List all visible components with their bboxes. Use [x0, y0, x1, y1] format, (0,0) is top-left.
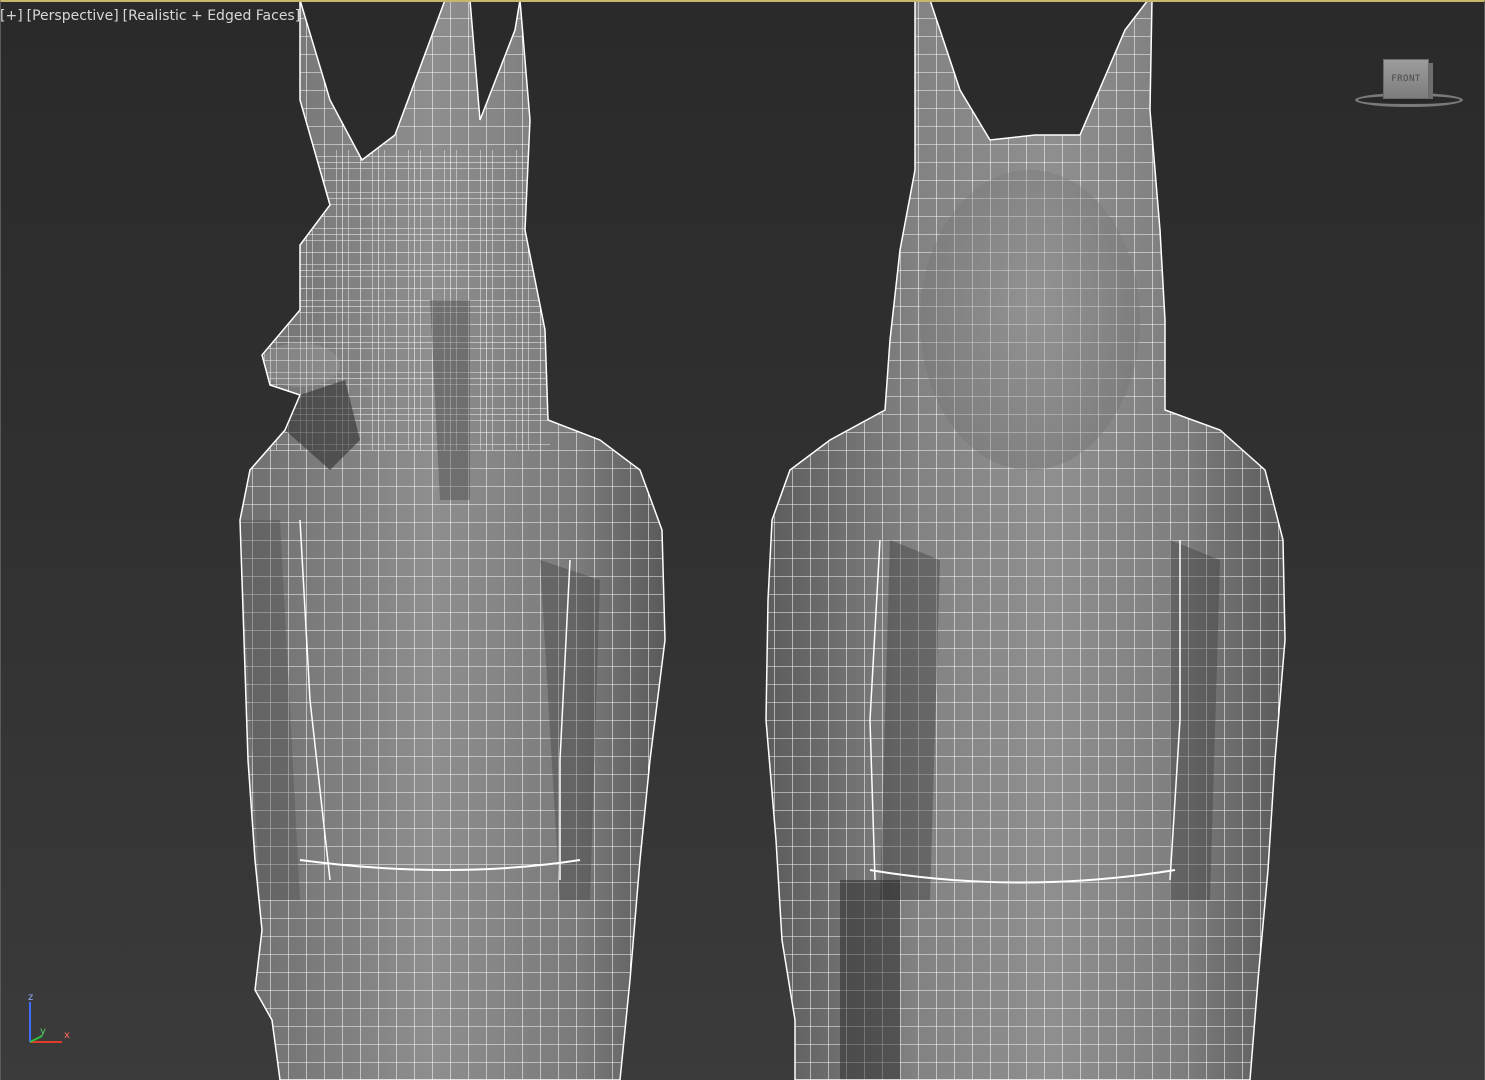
viewport-label: [+] [Perspective] [Realistic + Edged Fac…: [0, 8, 300, 28]
scene-render[interactable]: [0, 0, 1485, 1080]
anubis-back-model[interactable]: [760, 0, 1300, 1080]
viewcube-side-face[interactable]: [1429, 63, 1433, 99]
viewport-shading-label[interactable]: [Realistic + Edged Faces]: [123, 8, 301, 28]
viewport-menu-plus[interactable]: [+]: [0, 8, 23, 28]
viewport-view-label[interactable]: [Perspective]: [27, 8, 119, 28]
perspective-viewport[interactable]: [+] [Perspective] [Realistic + Edged Fac…: [0, 0, 1485, 1080]
y-axis-label: y: [40, 1026, 46, 1037]
viewcube-front-face[interactable]: FRONT: [1383, 59, 1429, 99]
z-axis-label: z: [28, 992, 34, 1003]
viewcube[interactable]: FRONT: [1355, 55, 1465, 115]
axis-tripod: z y x: [20, 990, 80, 1050]
x-axis-label: x: [64, 1030, 70, 1041]
anubis-three-quarter-model[interactable]: [230, 0, 680, 1080]
